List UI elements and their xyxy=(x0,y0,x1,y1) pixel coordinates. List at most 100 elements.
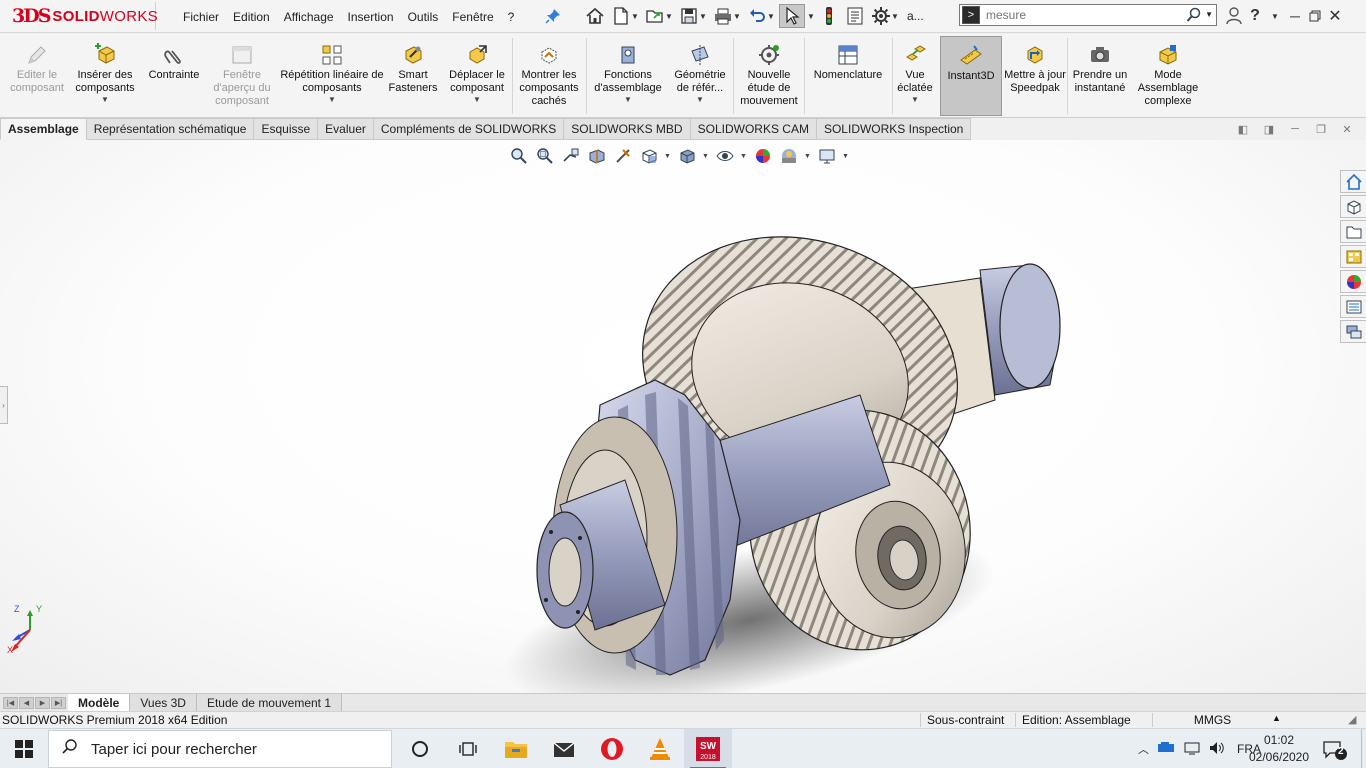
chevron-down-icon[interactable]: ▼ xyxy=(473,95,481,105)
chevron-down-icon[interactable]: ▼ xyxy=(328,95,336,105)
tab-vues-3d[interactable]: Vues 3D xyxy=(130,694,197,711)
instant3d-button[interactable]: Instant3D xyxy=(940,36,1002,116)
smart-fasteners-button[interactable]: Smart Fasteners xyxy=(386,36,440,116)
menu-fichier[interactable]: Fichier xyxy=(176,10,226,24)
chevron-down-icon[interactable]: ▼ xyxy=(733,12,741,21)
cortana-button[interactable] xyxy=(396,729,444,768)
command-search-icon[interactable]: > xyxy=(962,6,980,24)
tab-mbd[interactable]: SOLIDWORKS MBD xyxy=(564,118,691,140)
section-view-icon[interactable] xyxy=(586,145,608,167)
assembly-features-button[interactable]: Fonctions d'assemblage ▼ xyxy=(588,36,668,116)
menu-insertion[interactable]: Insertion xyxy=(341,10,401,24)
appearances-icon[interactable] xyxy=(1340,270,1366,293)
new-document-button[interactable]: ▼ xyxy=(609,4,641,28)
qat-overflow[interactable]: a... xyxy=(907,9,924,23)
apply-scene-icon[interactable] xyxy=(778,145,800,167)
taskbar-search[interactable]: Taper ici pour rechercher xyxy=(48,730,392,768)
chevron-down-icon[interactable]: ▼ xyxy=(702,153,710,160)
chevron-down-icon[interactable]: ▼ xyxy=(665,12,673,21)
chevron-up-icon[interactable]: ▲ xyxy=(1272,713,1281,723)
pin-menu-icon[interactable] xyxy=(545,8,561,24)
bom-button[interactable]: Nomenclature xyxy=(806,36,890,116)
take-snapshot-button[interactable]: Prendre un instantané xyxy=(1069,36,1131,116)
view-palette-icon[interactable] xyxy=(1340,245,1366,268)
chevron-down-icon[interactable]: ▼ xyxy=(1205,10,1213,19)
display-style-icon[interactable] xyxy=(676,145,698,167)
home-button[interactable] xyxy=(583,4,607,28)
tab-assemblage[interactable]: Assemblage xyxy=(0,118,87,140)
file-explorer-button[interactable] xyxy=(492,729,540,768)
menu-outils[interactable]: Outils xyxy=(401,10,446,24)
action-center-button[interactable]: 2 xyxy=(1322,739,1348,761)
solidworks-logo[interactable]: 3DS SOLIDWORKS xyxy=(12,2,158,30)
file-properties-button[interactable] xyxy=(843,4,867,28)
previous-view-icon[interactable] xyxy=(560,145,582,167)
chevron-down-icon[interactable]: ▼ xyxy=(624,95,632,105)
zoom-to-fit-icon[interactable] xyxy=(508,145,530,167)
opera-button[interactable] xyxy=(588,729,636,768)
insert-components-button[interactable]: Insérer des composants ▼ xyxy=(70,36,140,116)
chevron-down-icon[interactable]: ▼ xyxy=(804,153,812,160)
minimize-icon[interactable]: ─ xyxy=(1288,8,1302,24)
tab-modele[interactable]: Modèle xyxy=(68,694,131,711)
resize-grip-icon[interactable]: ◢ xyxy=(1348,713,1356,726)
dynamic-annotation-icon[interactable] xyxy=(612,145,634,167)
gear-assembly-model[interactable] xyxy=(420,220,1140,693)
design-library-icon[interactable] xyxy=(1340,195,1366,218)
linear-pattern-button[interactable]: Répétition linéaire de composants ▼ xyxy=(280,36,384,116)
network-icon[interactable] xyxy=(1183,741,1201,758)
large-assembly-button[interactable]: Mode Assemblage complexe xyxy=(1133,36,1203,116)
rebuild-button[interactable] xyxy=(817,4,841,28)
search-input[interactable] xyxy=(986,6,1170,24)
chevron-down-icon[interactable]: ▼ xyxy=(807,12,815,21)
unit-system[interactable]: MMGS xyxy=(1152,713,1272,727)
collapse-left-icon[interactable]: ◧ xyxy=(1236,122,1250,136)
save-button[interactable]: ▼ xyxy=(677,4,709,28)
file-explorer-icon[interactable] xyxy=(1340,220,1366,243)
panel-expand-handle[interactable]: › xyxy=(0,386,8,424)
edit-appearance-icon[interactable] xyxy=(752,145,774,167)
chevron-down-icon[interactable]: ▼ xyxy=(101,95,109,105)
volume-icon[interactable] xyxy=(1209,741,1225,758)
collapse-right-icon[interactable]: ◨ xyxy=(1262,122,1276,136)
first-tab-icon[interactable]: |◀ xyxy=(3,696,18,709)
select-button[interactable] xyxy=(779,4,805,28)
tab-inspection[interactable]: SOLIDWORKS Inspection xyxy=(816,118,972,140)
exploded-view-button[interactable]: Vue éclatée ▼ xyxy=(894,36,936,116)
tab-cam[interactable]: SOLIDWORKS CAM xyxy=(690,118,817,140)
graphics-area[interactable]: ▼ ▼ ▼ ▼ ▼ › Z Y X xyxy=(0,140,1366,693)
menu-affichage[interactable]: Affichage xyxy=(277,10,341,24)
show-hidden-button[interactable]: Montrer les composants cachés xyxy=(514,36,584,116)
view-settings-icon[interactable] xyxy=(816,145,838,167)
hide-show-items-icon[interactable] xyxy=(714,145,736,167)
mail-button[interactable] xyxy=(540,729,588,768)
menu-fenetre[interactable]: Fenêtre xyxy=(445,10,500,24)
menu-edition[interactable]: Edition xyxy=(226,10,277,24)
menu-help[interactable]: ? xyxy=(501,10,522,24)
chevron-down-icon[interactable]: ▼ xyxy=(842,153,850,160)
component-preview-button[interactable]: Fenêtre d'aperçu du composant xyxy=(208,36,276,116)
chevron-up-icon[interactable]: ︿ xyxy=(1138,741,1149,757)
chevron-down-icon[interactable]: ▼ xyxy=(767,12,775,21)
options-button[interactable]: ▼ xyxy=(869,4,901,28)
chevron-down-icon[interactable]: ▼ xyxy=(699,12,707,21)
chevron-down-icon[interactable]: ▼ xyxy=(631,12,639,21)
zoom-to-area-icon[interactable] xyxy=(534,145,556,167)
prev-tab-icon[interactable]: ◀ xyxy=(19,696,34,709)
edit-component-button[interactable]: Editer le composant xyxy=(6,36,68,116)
chevron-down-icon[interactable]: ▼ xyxy=(1268,12,1282,21)
forum-icon[interactable] xyxy=(1340,320,1366,343)
search-icon[interactable] xyxy=(1186,7,1202,26)
undo-button[interactable]: ▼ xyxy=(745,4,777,28)
mate-button[interactable]: Contrainte xyxy=(142,36,206,116)
tab-complements[interactable]: Compléments de SOLIDWORKS xyxy=(373,118,565,140)
close-icon[interactable]: ✕ xyxy=(1328,6,1342,26)
update-speedpak-button[interactable]: Mettre à jour Speedpak xyxy=(1004,36,1066,116)
doc-close-icon[interactable]: ✕ xyxy=(1340,122,1354,136)
last-tab-icon[interactable]: ▶| xyxy=(51,696,66,709)
cloud-sync-icon[interactable] xyxy=(1157,741,1175,758)
chevron-down-icon[interactable]: ▼ xyxy=(911,95,919,105)
tab-representation-schematique[interactable]: Représentation schématique xyxy=(86,118,255,140)
taskbar-clock[interactable]: 01:02 02/06/2020 xyxy=(1244,732,1314,766)
restore-icon[interactable] xyxy=(1308,10,1322,22)
